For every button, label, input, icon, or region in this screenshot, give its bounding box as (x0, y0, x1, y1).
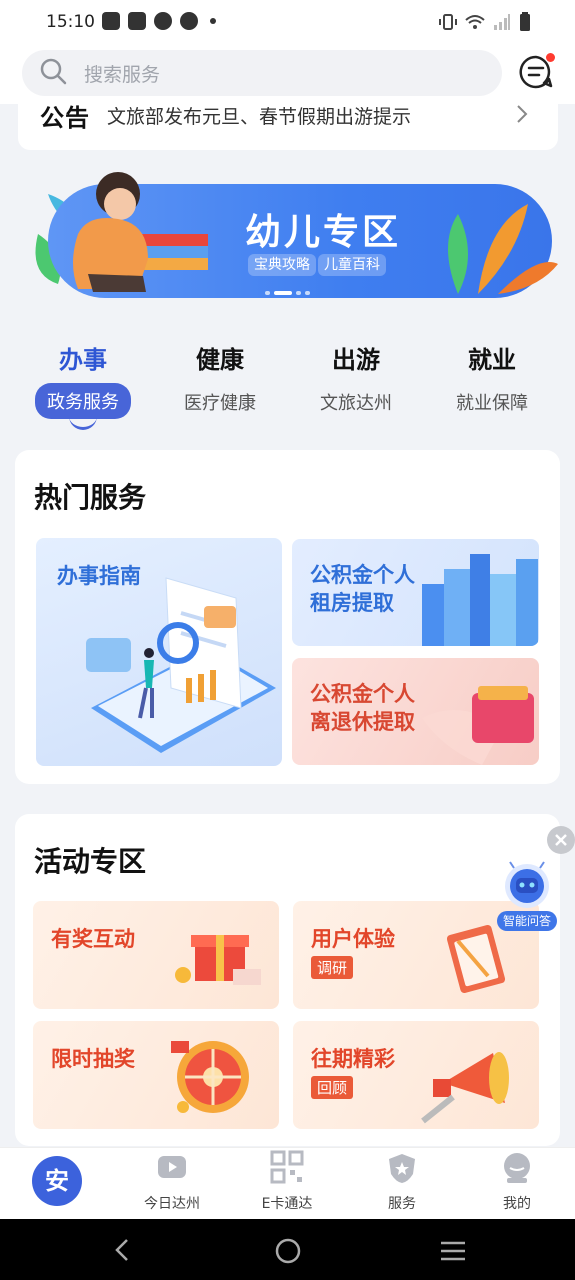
tab-main-label: 就业 (468, 346, 516, 374)
notification-icons (102, 12, 216, 30)
notice-tag: 公告 (40, 104, 90, 132)
past-highlights-tile[interactable]: 往期精彩 回顾 (293, 1021, 539, 1129)
lottery-tile[interactable]: 限时抽奖 (33, 1021, 279, 1129)
banner-title: 幼儿专区 (245, 212, 402, 253)
prize-wheel-icon (171, 1041, 249, 1113)
recents-icon[interactable] (439, 1239, 467, 1263)
activity-title: 活动专区 (34, 845, 147, 878)
robot-icon (505, 861, 549, 908)
notification-icon (180, 12, 198, 30)
close-icon (555, 834, 567, 846)
system-navigation-bar (0, 1219, 575, 1280)
notification-icon (102, 12, 120, 30)
gift-box-icon (175, 935, 261, 985)
status-bar: 15:10 (0, 0, 575, 46)
tab-sub-label: 医疗健康 (184, 393, 256, 414)
hot-services-title: 热门服务 (34, 481, 147, 514)
tab-ecard[interactable]: E卡通达 (247, 1193, 327, 1213)
buildings-icon (422, 554, 538, 646)
megaphone-icon (421, 1052, 509, 1124)
tab-sub-label: 就业保障 (456, 393, 528, 414)
housing-fund-rent-tile[interactable]: 公积金个人 租房提取 (292, 539, 539, 646)
banner-tag: 儿童百科 (318, 254, 386, 276)
tab-health[interactable]: 健康 医疗健康 (155, 340, 285, 415)
search-placeholder: 搜索服务 (84, 64, 161, 86)
service-guide-tile[interactable]: 办事指南 (36, 538, 282, 766)
status-time: 15:10 (46, 12, 95, 32)
wifi-icon (465, 15, 485, 29)
qr-code-icon[interactable] (270, 1150, 304, 1184)
search-icon (40, 58, 67, 85)
notice-text[interactable]: 文旅部发布元旦、春节假期出游提示 (107, 102, 411, 129)
user-avatar-icon[interactable] (501, 1152, 533, 1184)
tab-employment[interactable]: 就业 就业保障 (427, 340, 557, 415)
more-notifications-icon (210, 18, 216, 24)
video-play-icon[interactable] (156, 1152, 188, 1184)
banner-pagination (265, 291, 310, 295)
signal-icon (494, 14, 510, 30)
home-tab[interactable]: 安 (32, 1156, 82, 1206)
tab-main-label: 办事 (59, 346, 107, 374)
system-icons (439, 12, 531, 32)
tab-main-label: 出游 (332, 346, 380, 374)
document-magnifier-icon (86, 577, 276, 753)
tab-today-dazhou[interactable]: 今日达州 (132, 1193, 212, 1213)
page-dot (296, 291, 301, 295)
home-circle-icon[interactable] (274, 1237, 302, 1265)
vibrate-icon (439, 14, 457, 30)
tab-travel[interactable]: 出游 文旅达州 (291, 340, 421, 415)
notification-icon (154, 12, 172, 30)
shield-star-icon[interactable] (386, 1152, 418, 1184)
prize-interaction-tile[interactable]: 有奖互动 (33, 901, 279, 1009)
tab-sub-label: 文旅达州 (320, 393, 392, 414)
assistant-label: 智能问答 (497, 911, 557, 931)
tab-mine[interactable]: 我的 (477, 1193, 557, 1213)
battery-icon (520, 12, 530, 31)
banner-tag: 宝典攻略 (248, 254, 316, 276)
tab-main-label: 健康 (196, 346, 244, 374)
notification-icon (128, 12, 146, 30)
tab-services[interactable]: 服务 (362, 1193, 442, 1213)
unread-badge (546, 53, 555, 62)
back-icon[interactable] (112, 1237, 132, 1263)
tab-affairs[interactable]: 办事 政务服务 (18, 340, 148, 419)
page-dot (265, 291, 270, 295)
page-dot-active (274, 291, 292, 295)
page-dot (305, 291, 310, 295)
housing-fund-retire-tile[interactable]: 公积金个人 离退休提取 (292, 658, 539, 765)
close-assistant-button[interactable] (547, 826, 575, 854)
chevron-right-icon (517, 105, 528, 123)
wallet-icon (422, 686, 534, 765)
